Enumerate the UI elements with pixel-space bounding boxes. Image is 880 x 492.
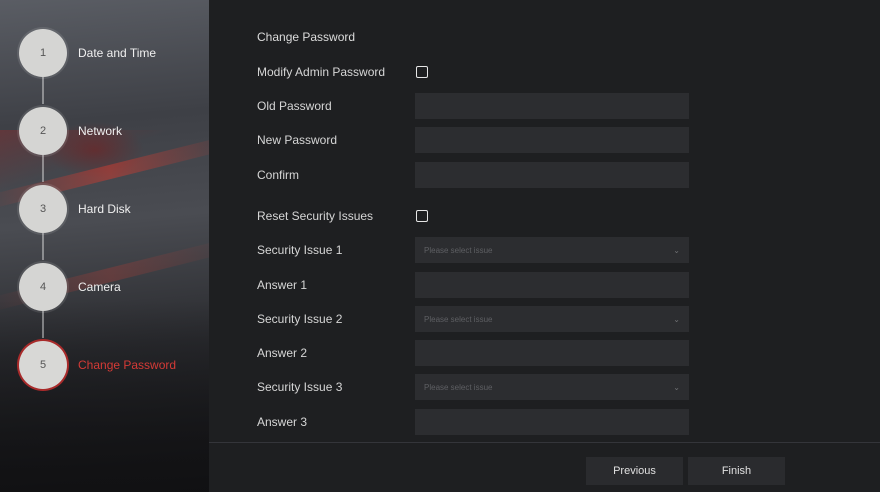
select-placeholder: Please select issue [424, 314, 493, 324]
security-issue-3-label: Security Issue 3 [257, 380, 343, 394]
wizard-step-hard-disk[interactable]: 3 Hard Disk [19, 185, 131, 233]
step-connector [42, 155, 44, 182]
modify-admin-password-checkbox[interactable] [416, 66, 428, 78]
confirm-label: Confirm [257, 168, 300, 182]
wizard-step-date-and-time[interactable]: 1 Date and Time [19, 29, 156, 77]
select-placeholder: Please select issue [424, 382, 493, 392]
answer-1-field[interactable] [415, 272, 689, 298]
answer-2-label: Answer 2 [257, 346, 308, 360]
previous-button[interactable]: Previous [586, 457, 683, 485]
step-connector [42, 233, 44, 260]
security-issue-1-label: Security Issue 1 [257, 243, 343, 257]
form-title: Change Password [257, 30, 356, 44]
wizard-step-change-password[interactable]: 5 Change Password [19, 341, 176, 389]
security-issue-3-select[interactable]: Please select issue ⌄ [415, 374, 689, 400]
chevron-down-icon: ⌄ [673, 245, 680, 255]
step-number: 1 [19, 29, 67, 77]
step-number: 4 [19, 263, 67, 311]
step-number: 5 [19, 341, 67, 389]
answer-3-field[interactable] [415, 409, 689, 435]
step-label: Change Password [78, 358, 177, 372]
step-number: 2 [19, 107, 67, 155]
old-password-label: Old Password [257, 99, 332, 113]
step-label: Network [78, 124, 123, 138]
reset-security-issues-label: Reset Security Issues [257, 209, 374, 223]
modify-admin-password-label: Modify Admin Password [257, 65, 386, 79]
step-number: 3 [19, 185, 67, 233]
answer-3-label: Answer 3 [257, 415, 308, 429]
wizard-step-network[interactable]: 2 Network [19, 107, 122, 155]
footer-divider [209, 442, 880, 443]
step-connector [42, 77, 44, 104]
wizard-sidebar: 1 Date and Time 2 Network 3 Hard Disk 4 … [0, 0, 209, 492]
answer-2-field[interactable] [415, 340, 689, 366]
new-password-label: New Password [257, 133, 338, 147]
step-label: Camera [78, 280, 121, 294]
chevron-down-icon: ⌄ [673, 382, 680, 392]
confirm-password-field[interactable] [415, 162, 689, 188]
security-issue-1-select[interactable]: Please select issue ⌄ [415, 237, 689, 263]
background-haze [0, 300, 209, 492]
finish-button[interactable]: Finish [688, 457, 785, 485]
step-connector [42, 311, 44, 338]
security-issue-2-label: Security Issue 2 [257, 312, 343, 326]
step-label: Hard Disk [78, 202, 131, 216]
select-placeholder: Please select issue [424, 245, 493, 255]
password-form-panel: Change Password Modify Admin Password Ol… [209, 0, 880, 492]
chevron-down-icon: ⌄ [673, 314, 680, 324]
security-issue-2-select[interactable]: Please select issue ⌄ [415, 306, 689, 332]
old-password-field[interactable] [415, 93, 689, 119]
reset-security-issues-checkbox[interactable] [416, 210, 428, 222]
wizard-step-camera[interactable]: 4 Camera [19, 263, 121, 311]
answer-1-label: Answer 1 [257, 278, 308, 292]
new-password-field[interactable] [415, 127, 689, 153]
step-label: Date and Time [78, 46, 157, 60]
